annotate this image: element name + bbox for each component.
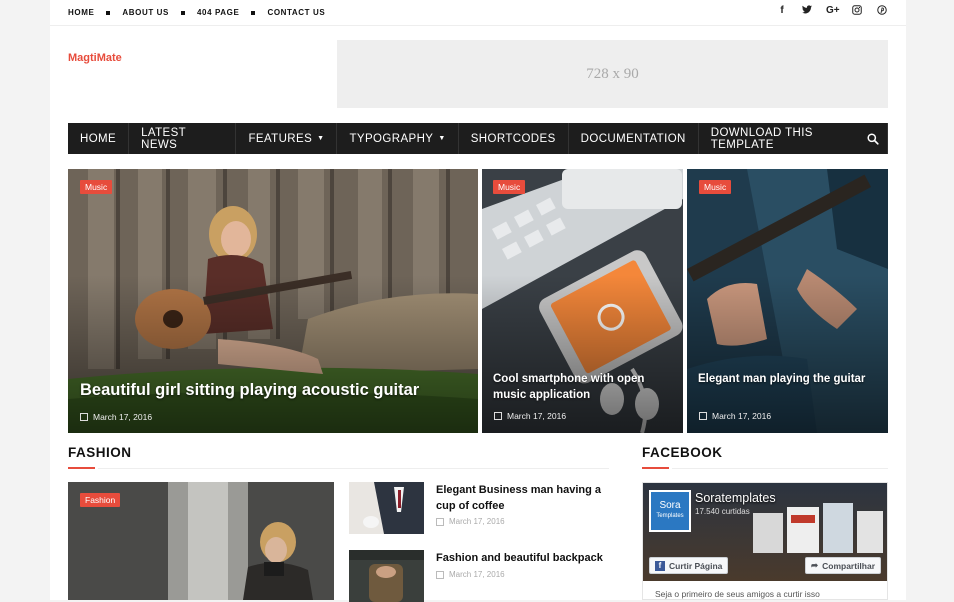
featured-post-title[interactable]: Cool smartphone with open music applicat… bbox=[493, 371, 673, 403]
post-date: March 17, 2016 bbox=[436, 570, 505, 579]
image-shade bbox=[482, 274, 683, 433]
calendar-icon bbox=[436, 517, 444, 526]
category-badge[interactable]: Music bbox=[699, 180, 732, 194]
avatar-subtext: Templates bbox=[656, 513, 684, 519]
nav-item-label: LATEST NEWS bbox=[141, 126, 186, 151]
calendar-icon bbox=[80, 413, 88, 421]
facebook-avatar[interactable]: Sora Templates bbox=[649, 490, 691, 532]
nav-item-documentation[interactable]: DOCUMENTATION bbox=[569, 123, 699, 154]
post-date-text: March 17, 2016 bbox=[507, 411, 567, 421]
image-shade bbox=[68, 274, 478, 433]
facebook-icon: f bbox=[655, 560, 665, 571]
caret-down-icon: ▼ bbox=[317, 135, 325, 142]
ad-banner[interactable]: 728 x 90 bbox=[337, 40, 888, 108]
fashion-post-large[interactable]: Fashion bbox=[68, 482, 334, 600]
facebook-page-name[interactable]: Soratemplates bbox=[695, 491, 776, 505]
nav-item-latest-news[interactable]: LATEST NEWS bbox=[129, 123, 237, 154]
share-label: Compartilhar bbox=[822, 560, 876, 571]
cover-screenshots bbox=[753, 503, 883, 553]
nav-item-features[interactable]: FEATURES ▼ bbox=[236, 123, 338, 154]
separator bbox=[180, 10, 185, 15]
site-logo[interactable]: MagtiMate bbox=[68, 52, 122, 64]
top-link-contact-us[interactable]: CONTACT US bbox=[267, 8, 325, 17]
post-date-text: March 17, 2016 bbox=[449, 570, 505, 579]
thumb-businessman bbox=[349, 482, 424, 534]
nav-item-label: FEATURES bbox=[248, 132, 313, 145]
caret-down-icon: ▼ bbox=[438, 135, 446, 142]
calendar-icon bbox=[494, 412, 502, 420]
facebook-likes: 17.540 curtidas bbox=[695, 507, 750, 516]
post-thumbnail[interactable] bbox=[349, 550, 424, 602]
featured-post-small[interactable]: Music Elegant man playing the guitar Mar… bbox=[687, 169, 888, 433]
top-nav: HOME ABOUT US 404 PAGE CONTACT US bbox=[68, 8, 325, 17]
post-date: March 17, 2016 bbox=[699, 411, 771, 421]
facebook-friends-text: Seja o primeiro de seus amigos a curtir … bbox=[655, 589, 820, 599]
category-badge[interactable]: Fashion bbox=[80, 493, 121, 507]
featured-post-small[interactable]: Music Cool smartphone with open music ap… bbox=[482, 169, 683, 433]
divider bbox=[672, 468, 888, 469]
facebook-icon[interactable]: f bbox=[776, 5, 788, 18]
instagram-icon[interactable] bbox=[851, 5, 863, 18]
post-date: March 17, 2016 bbox=[436, 517, 505, 526]
section-heading-fashion: FASHION bbox=[68, 445, 132, 460]
post-date: March 17, 2016 bbox=[80, 412, 152, 422]
google-plus-icon[interactable]: G+ bbox=[826, 5, 840, 18]
heading-underline bbox=[642, 467, 669, 469]
top-bar: HOME ABOUT US 404 PAGE CONTACT US f G+ bbox=[50, 0, 906, 26]
twitter-icon[interactable] bbox=[801, 5, 813, 18]
category-badge[interactable]: Music bbox=[493, 180, 526, 194]
post-date-text: March 17, 2016 bbox=[712, 411, 772, 421]
nav-item-label: TYPOGRAPHY bbox=[349, 132, 434, 145]
post-thumbnail[interactable] bbox=[349, 482, 424, 534]
calendar-icon bbox=[699, 412, 707, 420]
separator bbox=[106, 10, 111, 15]
main-nav: HOME LATEST NEWS FEATURES ▼ TYPOGRAPHY ▼ S… bbox=[68, 123, 888, 154]
post-date-text: March 17, 2016 bbox=[449, 517, 505, 526]
post-date: March 17, 2016 bbox=[494, 411, 566, 421]
post-date-text: March 17, 2016 bbox=[93, 412, 153, 422]
featured-post-title[interactable]: Elegant man playing the guitar bbox=[698, 371, 878, 387]
share-button[interactable]: ➦ Compartilhar bbox=[805, 557, 882, 574]
image-shade bbox=[687, 274, 888, 433]
page: HOME ABOUT US 404 PAGE CONTACT US f G+ M… bbox=[50, 0, 906, 602]
heading-underline bbox=[68, 467, 95, 469]
calendar-icon bbox=[436, 570, 444, 579]
featured-post-title[interactable]: Beautiful girl sitting playing acoustic … bbox=[80, 381, 460, 400]
nav-item-shortcodes[interactable]: SHORTCODES bbox=[459, 123, 569, 154]
like-page-label: Curtir Página bbox=[669, 560, 723, 571]
nav-item-home[interactable]: HOME bbox=[68, 123, 130, 154]
like-page-button[interactable]: f Curtir Página bbox=[649, 557, 729, 574]
post-title[interactable]: Fashion and beautiful backpack bbox=[436, 550, 616, 566]
avatar-text: Sora bbox=[659, 500, 681, 511]
featured-post-large[interactable]: Music Beautiful girl sitting playing aco… bbox=[68, 169, 478, 433]
nav-item-label: DOWNLOAD THIS TEMPLATE bbox=[710, 126, 813, 151]
pinterest-icon[interactable] bbox=[876, 5, 888, 18]
post-title[interactable]: Elegant Business man having a cup of cof… bbox=[436, 482, 616, 514]
thumb-backpack bbox=[349, 550, 424, 602]
facebook-page-widget[interactable]: Sora Templates Soratemplates 17.540 curti… bbox=[642, 482, 888, 600]
separator bbox=[251, 10, 256, 15]
ad-size-label: 728 x 90 bbox=[586, 65, 639, 82]
top-link-404-page[interactable]: 404 PAGE bbox=[197, 8, 239, 17]
nav-item-label: HOME bbox=[80, 132, 117, 145]
nav-item-label: SHORTCODES bbox=[470, 132, 556, 145]
search-icon[interactable] bbox=[858, 123, 888, 154]
top-link-home[interactable]: HOME bbox=[68, 8, 94, 17]
category-badge[interactable]: Music bbox=[80, 180, 113, 194]
nav-item-typography[interactable]: TYPOGRAPHY ▼ bbox=[337, 123, 459, 154]
divider bbox=[98, 468, 609, 469]
nav-item-label: DOCUMENTATION bbox=[580, 132, 686, 145]
top-link-about-us[interactable]: ABOUT US bbox=[122, 8, 169, 17]
section-heading-facebook: FACEBOOK bbox=[642, 445, 723, 460]
social-links: f G+ bbox=[776, 5, 888, 18]
share-icon: ➦ bbox=[811, 560, 819, 570]
